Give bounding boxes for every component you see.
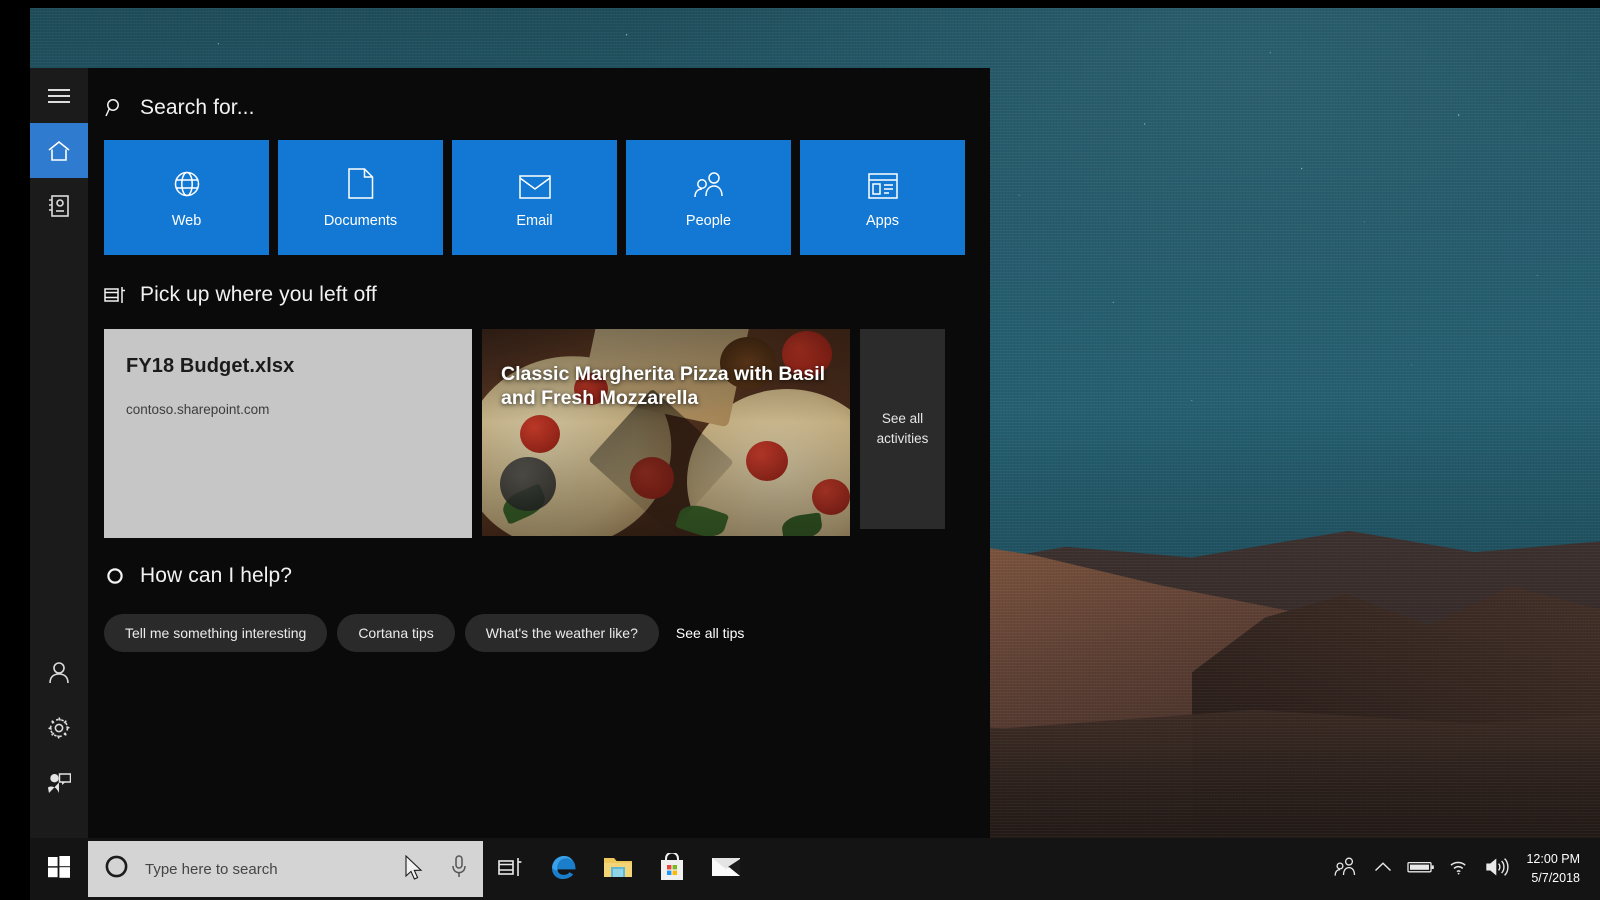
people-icon — [693, 167, 725, 199]
taskbar-task-view-button[interactable] — [483, 838, 537, 900]
chip-whats-the-weather-like[interactable]: What's the weather like? — [464, 614, 659, 652]
store-icon — [659, 851, 685, 886]
gear-icon — [47, 716, 71, 740]
person-icon — [48, 661, 70, 685]
recipe-title: Classic Margherita Pizza with Basil and … — [501, 363, 826, 410]
tile-label: Email — [516, 212, 553, 229]
activity-card-recipe[interactable]: Classic Margherita Pizza with Basil and … — [482, 329, 850, 536]
wifi-icon — [1448, 858, 1470, 881]
taskbar-clock[interactable]: 12:00 PM 5/7/2018 — [1516, 850, 1594, 888]
app-window-icon — [867, 167, 898, 199]
notebook-icon — [48, 194, 70, 218]
task-view-icon — [498, 857, 522, 882]
cortana-content: Search for... Web Documents Email People… — [88, 68, 990, 838]
see-all-tips-link[interactable]: See all tips — [676, 625, 744, 641]
tile-people[interactable]: People — [626, 140, 791, 255]
system-tray: 12:00 PM 5/7/2018 — [1326, 838, 1600, 900]
document-title: FY18 Budget.xlsx — [126, 355, 295, 377]
pickup-header: Pick up where you left off — [104, 283, 377, 307]
tile-apps[interactable]: Apps — [800, 140, 965, 255]
edge-icon — [549, 852, 579, 887]
taskbar-search-box[interactable]: Type here to search — [88, 841, 483, 897]
tile-label: Web — [171, 212, 202, 229]
sidebar-item-hamburger-menu[interactable] — [30, 68, 88, 123]
sidebar-item-feedback[interactable] — [30, 755, 88, 810]
chip-label: Cortana tips — [358, 625, 434, 641]
activity-cards: FY18 Budget.xlsx contoso.sharepoint.com — [104, 329, 945, 538]
tile-web[interactable]: Web — [104, 140, 269, 255]
pizza-photo — [482, 329, 850, 536]
timeline-icon — [104, 284, 126, 306]
feedback-icon — [47, 772, 71, 794]
chip-label: What's the weather like? — [485, 625, 638, 641]
taskbar-file-explorer-button[interactable] — [591, 838, 645, 900]
cortana-circle-icon — [104, 565, 126, 587]
chip-tell-me-something-interesting[interactable]: Tell me something interesting — [104, 614, 328, 652]
how-can-i-help-header: How can I help? — [104, 564, 292, 588]
document-source: contoso.sharepoint.com — [126, 402, 270, 417]
tray-volume-button[interactable] — [1478, 838, 1516, 900]
speaker-icon — [1485, 857, 1510, 882]
folder-icon — [603, 854, 633, 885]
taskbar-microsoft-store-button[interactable] — [645, 838, 699, 900]
sidebar-item-home[interactable] — [30, 123, 88, 178]
search-category-tiles: Web Documents Email People Apps — [104, 140, 965, 255]
suggestion-chips: Tell me something interesting Cortana ti… — [104, 614, 744, 652]
tray-network-button[interactable] — [1440, 838, 1478, 900]
sidebar-item-account[interactable] — [30, 645, 88, 700]
activity-card-document[interactable]: FY18 Budget.xlsx contoso.sharepoint.com — [104, 329, 472, 538]
tray-show-hidden-icons-button[interactable] — [1364, 838, 1402, 900]
see-all-activities-label: See all activities — [876, 411, 929, 446]
document-icon — [347, 167, 374, 199]
cortana-nav-rail — [30, 68, 88, 838]
windows-logo-icon — [48, 855, 70, 883]
see-all-activities-button[interactable]: See all activities — [860, 329, 945, 529]
battery-icon — [1407, 860, 1435, 879]
taskbar: Type here to search 12:00 PM 5/7/2018 — [30, 838, 1600, 900]
tile-documents[interactable]: Documents — [278, 140, 443, 255]
tile-label: People — [685, 212, 732, 229]
taskbar-microsoft-edge-button[interactable] — [537, 838, 591, 900]
hamburger-icon — [48, 88, 70, 104]
home-icon — [47, 140, 71, 162]
tile-label: Documents — [323, 212, 398, 229]
globe-icon — [172, 167, 202, 199]
search-input-placeholder[interactable]: Type here to search — [145, 861, 435, 878]
chevron-up-icon — [1374, 860, 1392, 878]
people-icon — [1334, 857, 1356, 882]
chip-cortana-tips[interactable]: Cortana tips — [337, 614, 455, 652]
taskbar-mail-button[interactable] — [699, 838, 753, 900]
clock-time: 12:00 PM — [1526, 852, 1580, 867]
envelope-icon — [518, 167, 551, 199]
tray-people-button[interactable] — [1326, 838, 1364, 900]
mail-icon — [711, 855, 741, 884]
microphone-icon[interactable] — [451, 854, 467, 884]
pickup-label: Pick up where you left off — [140, 283, 377, 306]
clock-date: 5/7/2018 — [1531, 871, 1580, 885]
how-can-i-help-label: How can I help? — [140, 564, 293, 587]
tile-email[interactable]: Email — [452, 140, 617, 255]
tile-label: Apps — [865, 212, 900, 229]
search-for-header[interactable]: Search for... — [104, 96, 255, 120]
sidebar-item-notebook[interactable] — [30, 178, 88, 233]
start-button[interactable] — [30, 838, 88, 900]
sidebar-item-settings[interactable] — [30, 700, 88, 755]
search-for-label: Search for... — [140, 96, 255, 119]
tray-battery-button[interactable] — [1402, 838, 1440, 900]
cortana-circle-icon[interactable] — [104, 854, 129, 884]
chip-label: Tell me something interesting — [125, 625, 307, 641]
search-icon — [104, 97, 126, 119]
cortana-search-panel: Search for... Web Documents Email People… — [30, 68, 990, 838]
